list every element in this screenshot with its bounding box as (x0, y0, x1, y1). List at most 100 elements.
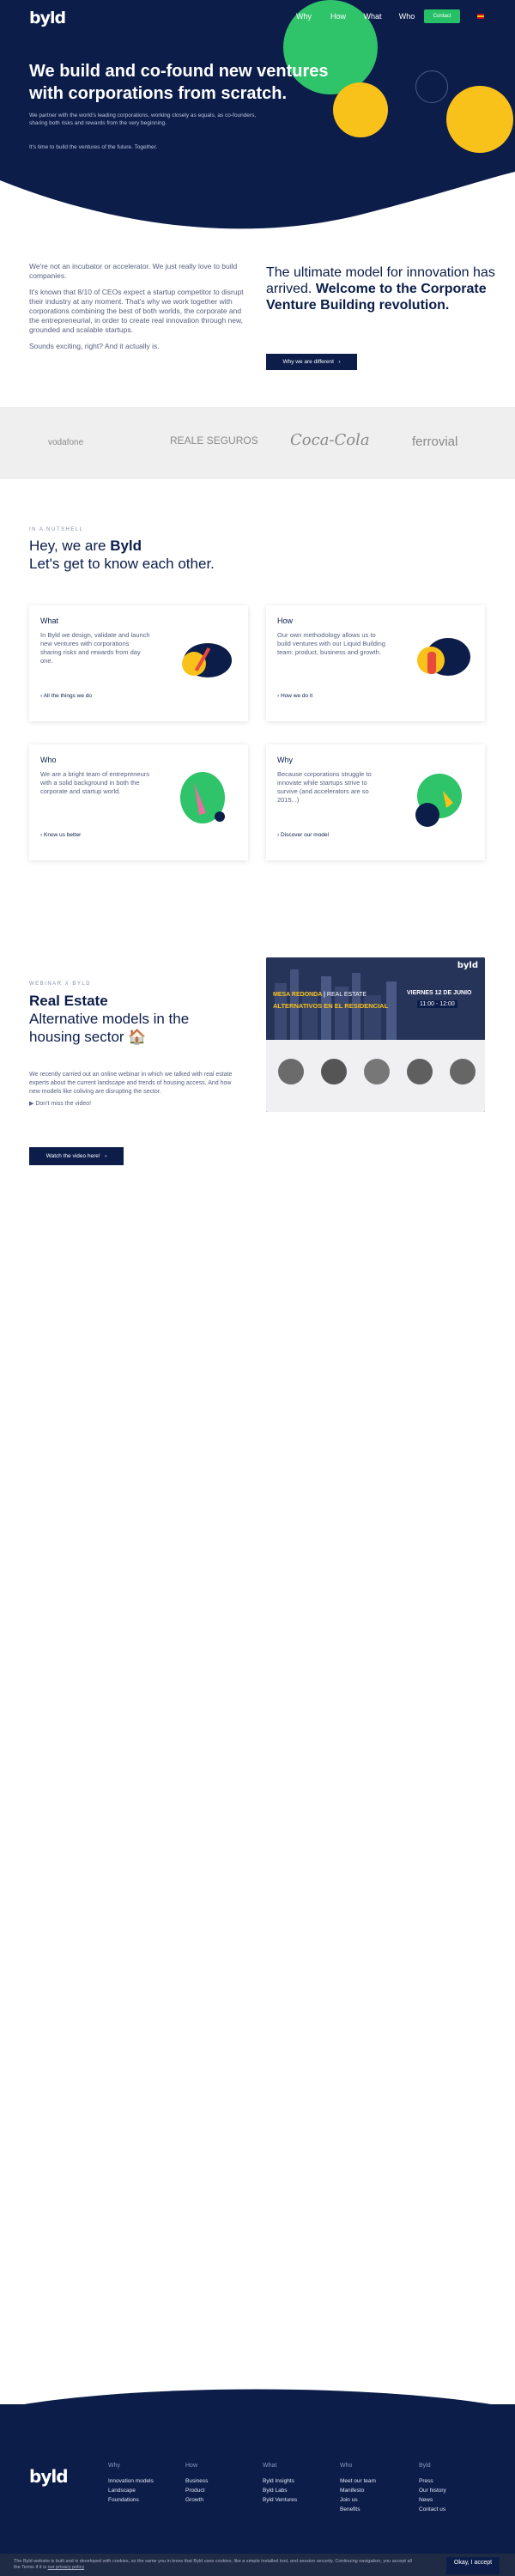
card-link-label: Know us better (43, 832, 82, 838)
card-how[interactable]: How Our own methodology allows us to bui… (266, 605, 485, 721)
footer-wave (0, 2389, 515, 2409)
watch-video-button[interactable]: Watch the video here! › (29, 1147, 124, 1165)
footer-link[interactable]: News (419, 2495, 496, 2505)
footer-column-title: What (263, 2463, 277, 2469)
webinar-headline: ALTERNATIVOS EN EL RESIDENCIAL (273, 1002, 389, 1010)
footer-logo[interactable]: byld (29, 2466, 69, 2487)
byld-logo[interactable]: byld (29, 9, 66, 27)
card-text: Because corporations struggle to innovat… (277, 770, 372, 804)
card-what[interactable]: What In Byld we design, validate and lau… (29, 605, 248, 721)
chevron-right-icon: › (335, 359, 341, 365)
nav-who[interactable]: Who (390, 12, 424, 21)
how-illustration-icon (417, 638, 470, 676)
intro-paragraph: We're not an incubator or accelerator. W… (29, 262, 238, 280)
footer-column-title: How (185, 2463, 198, 2469)
footer-link[interactable]: Our history (419, 2486, 496, 2495)
card-link-label: Discover our model (280, 832, 329, 838)
hero-title-line2: with corporations from scratch. (29, 84, 288, 103)
card-text: We are a bright team of entrepreneurs wi… (40, 770, 150, 795)
speaker-avatar (321, 1059, 347, 1084)
about-title-prefix: Hey, we are (29, 538, 106, 554)
card-link[interactable]: › Discover our model (277, 832, 329, 838)
footer-link[interactable]: Business (185, 2476, 263, 2486)
card-link[interactable]: › All the things we do (40, 693, 92, 699)
cookie-accept-button[interactable]: Okay, I accept (446, 2557, 500, 2574)
webinar-tag-sep: | (324, 992, 325, 998)
footer-link[interactable]: Product (185, 2486, 263, 2495)
intro-paragraph: Sounds exciting, right? And it actually … (29, 342, 160, 350)
about-title-line2: Let's get to know each other. (29, 556, 215, 572)
main-nav: Why How What Who (287, 12, 424, 21)
card-why[interactable]: Why Because corporations struggle to inn… (266, 744, 485, 860)
footer-link[interactable]: Benefits (340, 2505, 417, 2514)
ferrovial-logo: ferrovial (412, 434, 458, 449)
webinar-description: We recently carried out an online webina… (29, 1072, 233, 1095)
footer-link[interactable]: Growth (185, 2495, 263, 2505)
footer-link[interactable]: Meet our team (340, 2476, 417, 2486)
speaker-avatar (364, 1059, 390, 1084)
nav-how[interactable]: How (321, 12, 355, 21)
footer-link[interactable]: Join us (340, 2495, 417, 2505)
footer-link[interactable]: Contact us (419, 2505, 496, 2514)
webinar-text: We recently carried out an online webina… (29, 1071, 244, 1109)
about-title-brand: Byld (110, 538, 142, 554)
hero-wave (0, 172, 515, 232)
footer-link[interactable]: Manifesto (340, 2486, 417, 2495)
why-illustration-icon (415, 774, 462, 827)
webinar-byld-logo: byld (457, 961, 478, 970)
cocacola-logo: Coca-Cola (290, 431, 370, 449)
hero-yellow-circle-large (446, 86, 513, 153)
webinar-note-text: Don't miss the video! (35, 1101, 92, 1107)
why-different-button[interactable]: Why we are different › (266, 354, 357, 370)
footer-link[interactable]: Foundations (108, 2495, 185, 2505)
vodafone-logo: vodafone (48, 438, 84, 447)
footer-link[interactable]: Innovation models (108, 2476, 185, 2486)
webinar-title-bold: Real Estate (29, 993, 108, 1009)
footer: byld Why Innovation models Landscape Fou… (0, 2389, 515, 2576)
card-title: Who (40, 756, 57, 764)
footer-column-title: Why (108, 2463, 120, 2469)
footer-link[interactable]: Byld Labs (263, 2486, 340, 2495)
intro-headline: The ultimate model for innovation has ar… (266, 264, 498, 313)
footer-link[interactable]: Press (419, 2476, 496, 2486)
hero-title-line1: We build and co-found new ventures (29, 62, 329, 81)
privacy-policy-link[interactable]: our privacy policy (48, 2565, 85, 2570)
card-who[interactable]: Who We are a bright team of entrepreneur… (29, 744, 248, 860)
webinar-tag: MESA REDONDA | REAL ESTATE (273, 992, 367, 998)
webinar-speakers (278, 1059, 476, 1084)
why-different-label: Why we are different (282, 359, 334, 365)
card-title: What (40, 617, 59, 625)
card-link[interactable]: › Know us better (40, 832, 81, 838)
nav-why[interactable]: Why (287, 12, 321, 21)
card-link[interactable]: › How we do it (277, 693, 312, 699)
cookie-banner: The Byld website is built and is develop… (0, 2554, 515, 2576)
card-title: Why (277, 756, 293, 764)
webinar-tag-main: MESA REDONDA (273, 992, 323, 998)
footer-column-title: Byld (419, 2463, 431, 2469)
webinar-tag-rest: REAL ESTATE (326, 992, 367, 998)
footer-column-byld: Byld Press Our history News Contact us (419, 2463, 496, 2514)
language-flag-icon[interactable] (477, 14, 484, 19)
intro-text: We're not an incubator or accelerator. W… (29, 262, 248, 358)
speaker-avatar (450, 1059, 476, 1084)
webinar-title: Real Estate Alternative models in the ho… (29, 992, 244, 1046)
about-eyebrow: IN A NUTSHELL (29, 527, 84, 532)
footer-column-who: Who Meet our team Manifesto Join us Bene… (340, 2463, 417, 2514)
footer-link[interactable]: Byld Ventures (263, 2495, 340, 2505)
webinar-title-rest: Alternative models in the housing sector… (29, 1011, 190, 1045)
footer-column-what: What Byld Insights Byld Labs Byld Ventur… (263, 2463, 340, 2505)
who-illustration-icon (180, 772, 225, 823)
chevron-right-icon: › (101, 1153, 107, 1159)
speaker-avatar (407, 1059, 433, 1084)
contact-button[interactable]: Contact (424, 9, 460, 23)
cookie-text: The Byld website is built and is develop… (14, 2559, 417, 2571)
nav-what[interactable]: What (355, 12, 390, 21)
footer-link[interactable]: Landscape (108, 2486, 185, 2495)
card-text: Our own methodology allows us to build v… (277, 631, 385, 656)
webinar-eyebrow: WEBINAR X BYLD (29, 981, 92, 987)
webinar-image[interactable]: byld MESA REDONDA | REAL ESTATE ALTERNAT… (266, 957, 485, 1112)
reale-logo: REALE SEGUROS (170, 434, 258, 447)
card-title: How (277, 617, 294, 625)
what-illustration-icon (182, 643, 232, 677)
footer-link[interactable]: Byld Insights (263, 2476, 340, 2486)
